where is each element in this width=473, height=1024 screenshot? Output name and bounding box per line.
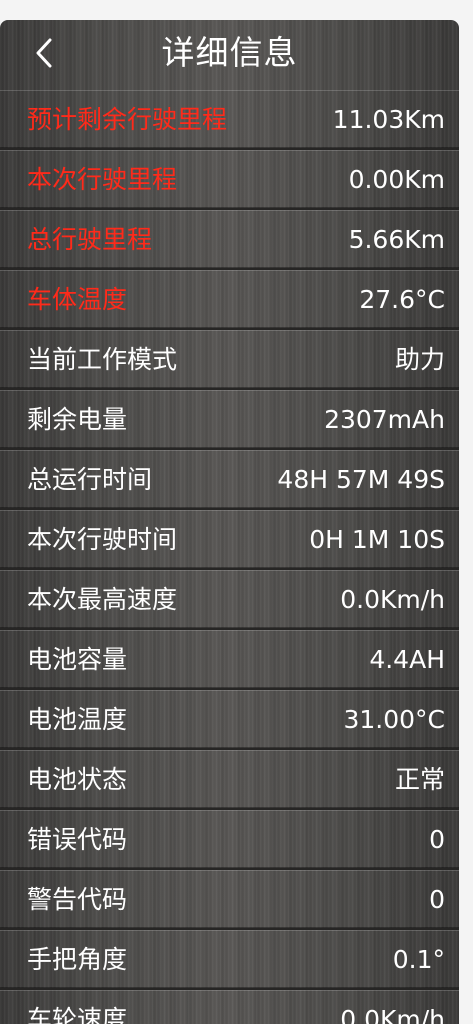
detail-row-trip-time: 本次行驶时间 0H 1M 10S [0,510,459,570]
row-label: 电池容量 [27,645,128,674]
page-title: 详细信息 [161,33,298,72]
row-label: 车轮速度 [27,1005,128,1024]
row-value: 助力 [394,345,445,374]
detail-row-remaining-charge: 剩余电量 2307mAh [0,390,459,450]
row-label: 本次最高速度 [27,585,178,614]
row-value: 31.00°C [343,705,445,734]
row-label: 预计剩余行驶里程 [27,105,228,134]
row-label: 电池状态 [27,765,128,794]
row-label: 错误代码 [27,825,128,854]
row-value: 0.00Km [348,165,445,194]
row-value: 0H 1M 10S [309,525,445,554]
row-label: 警告代码 [27,885,128,914]
row-value: 0 [429,825,445,854]
detail-row-body-temperature: 车体温度 27.6°C [0,270,459,330]
detail-list: 预计剩余行驶里程 11.03Km 本次行驶里程 0.00Km 总行驶里程 5.6… [0,90,459,1024]
nav-header: 详细信息 [0,20,459,86]
row-label: 总运行时间 [27,465,153,494]
row-value: 0.0Km/h [340,585,445,614]
detail-row-max-speed: 本次最高速度 0.0Km/h [0,570,459,630]
detail-row-wheel-speed: 车轮速度 0.0Km/h [0,990,459,1024]
detail-row-remaining-range: 预计剩余行驶里程 11.03Km [0,90,459,150]
detail-row-warning-code: 警告代码 0 [0,870,459,930]
detail-row-work-mode: 当前工作模式 助力 [0,330,459,390]
row-label: 剩余电量 [27,405,128,434]
row-label: 本次行驶里程 [27,165,178,194]
row-label: 手把角度 [27,945,128,974]
row-value: 0.1° [392,945,445,974]
row-value: 0 [429,885,445,914]
row-value: 正常 [394,765,445,794]
detail-row-total-distance: 总行驶里程 5.66Km [0,210,459,270]
detail-row-battery-temperature: 电池温度 31.00°C [0,690,459,750]
row-value: 5.66Km [348,225,445,254]
row-value: 11.03Km [332,105,445,134]
detail-row-battery-capacity: 电池容量 4.4AH [0,630,459,690]
row-label: 本次行驶时间 [27,525,178,554]
detail-row-error-code: 错误代码 0 [0,810,459,870]
row-label: 电池温度 [27,705,128,734]
detail-row-handlebar-angle: 手把角度 0.1° [0,930,459,990]
row-label: 总行驶里程 [27,225,153,254]
detail-row-trip-distance: 本次行驶里程 0.00Km [0,150,459,210]
detail-row-total-runtime: 总运行时间 48H 57M 49S [0,450,459,510]
row-value: 0.0Km/h [340,1005,445,1024]
row-value: 4.4AH [369,645,445,674]
detail-row-battery-status: 电池状态 正常 [0,750,459,810]
row-label: 当前工作模式 [27,345,178,374]
row-value: 2307mAh [324,405,445,434]
chevron-left-icon [36,38,52,68]
row-label: 车体温度 [27,285,128,314]
detail-panel: 详细信息 预计剩余行驶里程 11.03Km 本次行驶里程 0.00Km 总行驶里… [0,20,459,1024]
row-value: 27.6°C [359,285,445,314]
back-button[interactable] [28,32,62,74]
row-value: 48H 57M 49S [277,465,445,494]
